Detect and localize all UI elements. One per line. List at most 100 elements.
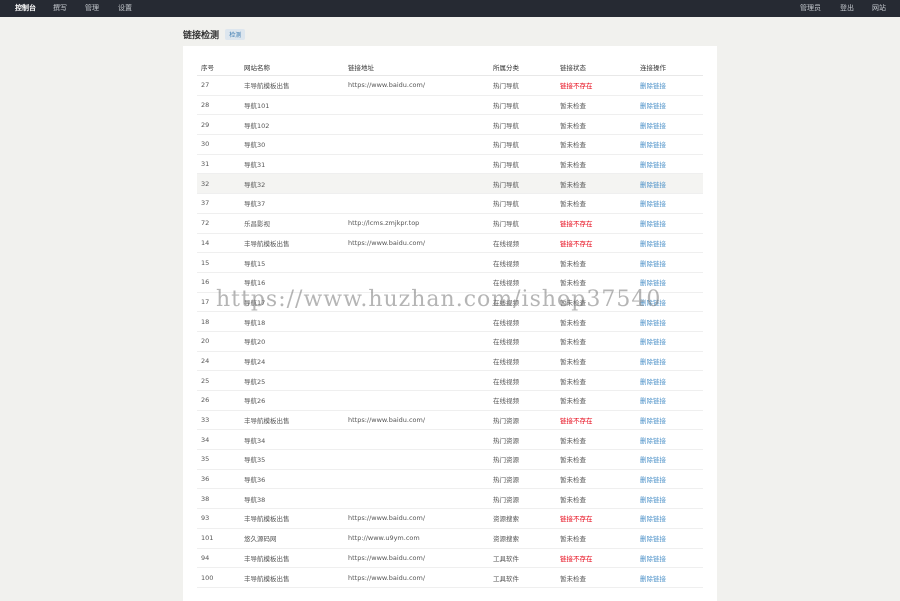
cell-url <box>344 449 489 470</box>
table-row: 14 丰导航模板出售 https://www.baidu.com/在线视频 链接不存在… <box>197 233 703 254</box>
delete-link-button[interactable]: 删除链接 <box>636 351 703 372</box>
table-row: 37 导航37 热门导航 暂未检查 删除链接 <box>197 193 703 214</box>
cell-url: https://www.baidu.com/ <box>344 508 489 529</box>
nav-dashboard[interactable]: 控制台 <box>15 0 36 17</box>
cell-status: 暂未检查 <box>556 193 636 214</box>
cell-id: 32 <box>197 173 240 195</box>
delete-link-button[interactable]: 删除链接 <box>636 508 703 529</box>
top-navbar: 控制台 撰写 管理 设置 管理员 登出 网站 <box>0 0 900 17</box>
cell-url <box>344 351 489 372</box>
delete-link-button[interactable]: 删除链接 <box>636 252 703 273</box>
table-row: 17 导航17 在线视频 暂未检查 删除链接 <box>197 292 703 313</box>
cell-url: https://www.baidu.com/ <box>344 233 489 254</box>
cell-id: 17 <box>197 292 240 313</box>
column-header-operation: 连接操作 <box>636 58 703 76</box>
delete-link-button[interactable]: 删除链接 <box>636 370 703 391</box>
table-row: 30 导航30 热门导航 暂未检查 删除链接 <box>197 134 703 155</box>
table-row: 33 丰导航模板出售 https://www.baidu.com/热门资源 链接不存在… <box>197 410 703 431</box>
table-row: 29 导航102 热门导航 暂未检查 删除链接 <box>197 114 703 136</box>
cell-status: 暂未检查 <box>556 154 636 175</box>
delete-link-button[interactable]: 删除链接 <box>636 114 703 136</box>
cell-category: 热门导航 <box>489 193 556 214</box>
nav-admin[interactable]: 管理员 <box>800 0 821 17</box>
delete-link-button[interactable]: 删除链接 <box>636 410 703 431</box>
cell-site-name: 悠久源码网 <box>240 528 344 549</box>
cell-status: 链接不存在 <box>556 548 636 569</box>
delete-link-button[interactable]: 删除链接 <box>636 528 703 549</box>
delete-link-button[interactable]: 删除链接 <box>636 488 703 510</box>
delete-link-button[interactable]: 删除链接 <box>636 331 703 352</box>
cell-category: 热门导航 <box>489 134 556 155</box>
cell-site-name: 导航101 <box>240 95 344 116</box>
delete-link-button[interactable]: 删除链接 <box>636 429 703 451</box>
delete-link-button[interactable]: 删除链接 <box>636 567 703 588</box>
nav-logout[interactable]: 登出 <box>840 0 854 17</box>
delete-link-button[interactable]: 删除链接 <box>636 272 703 293</box>
delete-link-button[interactable]: 删除链接 <box>636 193 703 214</box>
cell-id: 30 <box>197 134 240 155</box>
cell-category: 热门导航 <box>489 213 556 234</box>
cell-url <box>344 331 489 352</box>
cell-category: 热门导航 <box>489 114 556 136</box>
cell-status: 暂未检查 <box>556 488 636 510</box>
table-row: 34 导航34 热门资源 暂未检查 删除链接 <box>197 429 703 451</box>
cell-url: https://www.baidu.com/ <box>344 75 489 96</box>
delete-link-button[interactable]: 删除链接 <box>636 449 703 470</box>
delete-link-button[interactable]: 删除链接 <box>636 75 703 96</box>
cell-status: 暂未检查 <box>556 390 636 411</box>
table-row: 20 导航20 在线视频 暂未检查 删除链接 <box>197 331 703 352</box>
delete-link-button[interactable]: 删除链接 <box>636 311 703 332</box>
delete-link-button[interactable]: 删除链接 <box>636 134 703 155</box>
table-row: 94 丰导航模板出售 https://www.baidu.com/工具软件 链接不存在… <box>197 548 703 569</box>
delete-link-button[interactable]: 删除链接 <box>636 469 703 490</box>
cell-category: 在线视频 <box>489 390 556 411</box>
content-panel: 序号 网站名称 链接地址 所属分类 链接状态 连接操作 27 丰导航模板出售 htt… <box>183 46 717 601</box>
cell-id: 93 <box>197 508 240 529</box>
page-header: 链接检测 检测 <box>183 28 246 42</box>
delete-link-button[interactable]: 删除链接 <box>636 95 703 116</box>
cell-site-name: 丰导航模板出售 <box>240 508 344 529</box>
cell-id: 35 <box>197 449 240 470</box>
cell-id: 24 <box>197 351 240 372</box>
check-button[interactable]: 检测 <box>225 29 246 40</box>
cell-site-name: 导航17 <box>240 292 344 313</box>
table-row: 38 导航38 热门资源 暂未检查 删除链接 <box>197 488 703 510</box>
cell-category: 在线视频 <box>489 233 556 254</box>
cell-status: 暂未检查 <box>556 95 636 116</box>
cell-category: 在线视频 <box>489 272 556 293</box>
cell-url <box>344 272 489 293</box>
cell-url: https://www.baidu.com/ <box>344 567 489 588</box>
nav-settings[interactable]: 设置 <box>118 0 132 17</box>
cell-id: 100 <box>197 567 240 588</box>
cell-category: 热门资源 <box>489 449 556 470</box>
cell-site-name: 丰导航模板出售 <box>240 410 344 431</box>
delete-link-button[interactable]: 删除链接 <box>636 173 703 195</box>
cell-status: 暂未检查 <box>556 272 636 293</box>
nav-write[interactable]: 撰写 <box>53 0 67 17</box>
table-row: 28 导航101 热门导航 暂未检查 删除链接 <box>197 95 703 116</box>
cell-url <box>344 95 489 116</box>
column-header-status: 链接状态 <box>556 58 636 76</box>
nav-website[interactable]: 网站 <box>872 0 886 17</box>
cell-url <box>344 114 489 136</box>
cell-status: 暂未检查 <box>556 292 636 313</box>
table-row: 32 导航32 热门导航 暂未检查 删除链接 <box>197 173 703 195</box>
cell-status: 暂未检查 <box>556 331 636 352</box>
table-header-row: 序号 网站名称 链接地址 所属分类 链接状态 连接操作 <box>197 58 703 76</box>
cell-category: 热门资源 <box>489 488 556 510</box>
delete-link-button[interactable]: 删除链接 <box>636 233 703 254</box>
cell-status: 暂未检查 <box>556 528 636 549</box>
cell-url <box>344 469 489 490</box>
cell-url <box>344 193 489 214</box>
cell-category: 热门资源 <box>489 429 556 451</box>
delete-link-button[interactable]: 删除链接 <box>636 213 703 234</box>
cell-url <box>344 488 489 510</box>
delete-link-button[interactable]: 删除链接 <box>636 548 703 569</box>
table-row: 35 导航35 热门资源 暂未检查 删除链接 <box>197 449 703 470</box>
cell-id: 15 <box>197 252 240 273</box>
delete-link-button[interactable]: 删除链接 <box>636 390 703 411</box>
cell-site-name: 导航20 <box>240 331 344 352</box>
delete-link-button[interactable]: 删除链接 <box>636 292 703 313</box>
nav-manage[interactable]: 管理 <box>85 0 99 17</box>
delete-link-button[interactable]: 删除链接 <box>636 154 703 175</box>
